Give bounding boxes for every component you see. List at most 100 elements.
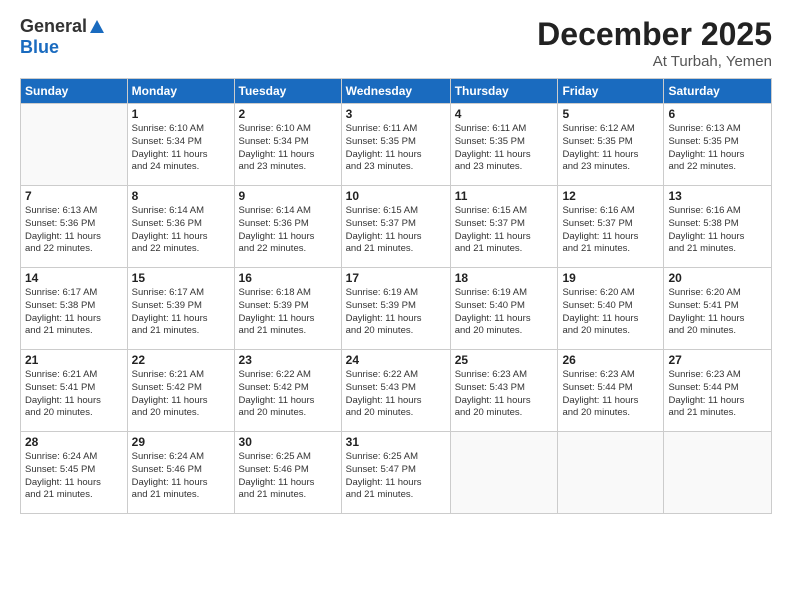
calendar-table: SundayMondayTuesdayWednesdayThursdayFrid… bbox=[20, 78, 772, 514]
day-info: Sunrise: 6:20 AM Sunset: 5:41 PM Dayligh… bbox=[668, 287, 767, 338]
day-number: 1 bbox=[132, 107, 230, 121]
day-info: Sunrise: 6:19 AM Sunset: 5:40 PM Dayligh… bbox=[455, 287, 554, 338]
calendar-cell: 30Sunrise: 6:25 AM Sunset: 5:46 PM Dayli… bbox=[234, 432, 341, 514]
day-number: 12 bbox=[562, 189, 659, 203]
day-number: 21 bbox=[25, 353, 123, 367]
calendar-cell: 25 Sunrise: 6:23 AM Sunset: 5:43 PM Dayli… bbox=[450, 350, 558, 432]
calendar-cell: 15 Sunrise: 6:17 AM Sunset: 5:39 PM Dayli… bbox=[127, 268, 234, 350]
logo-triangle-icon bbox=[90, 20, 104, 33]
day-info: Sunrise: 6:10 AM Sunset: 5:34 PM Dayligh… bbox=[132, 123, 230, 174]
day-info: Sunrise: 6:19 AM Sunset: 5:39 PM Dayligh… bbox=[346, 287, 446, 338]
calendar-cell: 10 Sunrise: 6:15 AM Sunset: 5:37 PM Dayli… bbox=[341, 186, 450, 268]
day-number: 15 bbox=[132, 271, 230, 285]
calendar-cell: 28 Sunrise: 6:24 AM Sunset: 5:45 PM Dayli… bbox=[21, 432, 128, 514]
day-info: Sunrise: 6:22 AM Sunset: 5:43 PM Dayligh… bbox=[346, 369, 446, 420]
day-number: 5 bbox=[562, 107, 659, 121]
day-number: 3 bbox=[346, 107, 446, 121]
calendar-cell: 4 Sunrise: 6:11 AM Sunset: 5:35 PM Daylig… bbox=[450, 104, 558, 186]
day-number: 8 bbox=[132, 189, 230, 203]
day-info: Sunrise: 6:22 AM Sunset: 5:42 PM Dayligh… bbox=[239, 369, 337, 420]
day-number: 30 bbox=[239, 435, 337, 449]
calendar-week-1: 1 Sunrise: 6:10 AM Sunset: 5:34 PM Daylig… bbox=[21, 104, 772, 186]
calendar-cell bbox=[450, 432, 558, 514]
day-number: 2 bbox=[239, 107, 337, 121]
calendar-cell: 23 Sunrise: 6:22 AM Sunset: 5:42 PM Dayli… bbox=[234, 350, 341, 432]
day-info: Sunrise: 6:13 AM Sunset: 5:36 PM Dayligh… bbox=[25, 205, 123, 256]
calendar-week-3: 14Sunrise: 6:17 AM Sunset: 5:38 PM Dayli… bbox=[21, 268, 772, 350]
calendar-cell: 13 Sunrise: 6:16 AM Sunset: 5:38 PM Dayli… bbox=[664, 186, 772, 268]
day-number: 25 bbox=[455, 353, 554, 367]
day-number: 22 bbox=[132, 353, 230, 367]
day-number: 11 bbox=[455, 189, 554, 203]
calendar-cell: 9 Sunrise: 6:14 AM Sunset: 5:36 PM Daylig… bbox=[234, 186, 341, 268]
day-number: 27 bbox=[668, 353, 767, 367]
calendar-cell: 20Sunrise: 6:20 AM Sunset: 5:41 PM Dayli… bbox=[664, 268, 772, 350]
column-header-tuesday: Tuesday bbox=[234, 79, 341, 104]
day-info: Sunrise: 6:15 AM Sunset: 5:37 PM Dayligh… bbox=[455, 205, 554, 256]
calendar-cell bbox=[664, 432, 772, 514]
day-info: Sunrise: 6:25 AM Sunset: 5:47 PM Dayligh… bbox=[346, 451, 446, 502]
day-info: Sunrise: 6:18 AM Sunset: 5:39 PM Dayligh… bbox=[239, 287, 337, 338]
day-number: 19 bbox=[562, 271, 659, 285]
day-info: Sunrise: 6:23 AM Sunset: 5:43 PM Dayligh… bbox=[455, 369, 554, 420]
day-number: 10 bbox=[346, 189, 446, 203]
day-number: 18 bbox=[455, 271, 554, 285]
calendar-cell: 1 Sunrise: 6:10 AM Sunset: 5:34 PM Daylig… bbox=[127, 104, 234, 186]
calendar-cell: 24Sunrise: 6:22 AM Sunset: 5:43 PM Dayli… bbox=[341, 350, 450, 432]
header: General Blue December 2025 At Turbah, Ye… bbox=[20, 16, 772, 70]
day-info: Sunrise: 6:23 AM Sunset: 5:44 PM Dayligh… bbox=[668, 369, 767, 420]
day-info: Sunrise: 6:11 AM Sunset: 5:35 PM Dayligh… bbox=[455, 123, 554, 174]
calendar-cell: 14Sunrise: 6:17 AM Sunset: 5:38 PM Dayli… bbox=[21, 268, 128, 350]
calendar-header-row: SundayMondayTuesdayWednesdayThursdayFrid… bbox=[21, 79, 772, 104]
column-header-friday: Friday bbox=[558, 79, 664, 104]
day-info: Sunrise: 6:21 AM Sunset: 5:41 PM Dayligh… bbox=[25, 369, 123, 420]
calendar-cell: 7 Sunrise: 6:13 AM Sunset: 5:36 PM Daylig… bbox=[21, 186, 128, 268]
calendar-cell bbox=[21, 104, 128, 186]
column-header-thursday: Thursday bbox=[450, 79, 558, 104]
day-number: 14 bbox=[25, 271, 123, 285]
calendar-cell: 16 Sunrise: 6:18 AM Sunset: 5:39 PM Dayli… bbox=[234, 268, 341, 350]
day-info: Sunrise: 6:23 AM Sunset: 5:44 PM Dayligh… bbox=[562, 369, 659, 420]
calendar-cell: 31Sunrise: 6:25 AM Sunset: 5:47 PM Dayli… bbox=[341, 432, 450, 514]
day-info: Sunrise: 6:12 AM Sunset: 5:35 PM Dayligh… bbox=[562, 123, 659, 174]
page: General Blue December 2025 At Turbah, Ye… bbox=[0, 0, 792, 612]
day-number: 29 bbox=[132, 435, 230, 449]
day-info: Sunrise: 6:17 AM Sunset: 5:39 PM Dayligh… bbox=[132, 287, 230, 338]
day-info: Sunrise: 6:16 AM Sunset: 5:38 PM Dayligh… bbox=[668, 205, 767, 256]
day-info: Sunrise: 6:16 AM Sunset: 5:37 PM Dayligh… bbox=[562, 205, 659, 256]
column-header-monday: Monday bbox=[127, 79, 234, 104]
calendar-cell: 18 Sunrise: 6:19 AM Sunset: 5:40 PM Dayli… bbox=[450, 268, 558, 350]
calendar-cell: 5 Sunrise: 6:12 AM Sunset: 5:35 PM Daylig… bbox=[558, 104, 664, 186]
column-header-saturday: Saturday bbox=[664, 79, 772, 104]
calendar-cell: 3Sunrise: 6:11 AM Sunset: 5:35 PM Daylig… bbox=[341, 104, 450, 186]
column-header-wednesday: Wednesday bbox=[341, 79, 450, 104]
calendar-cell: 27 Sunrise: 6:23 AM Sunset: 5:44 PM Dayli… bbox=[664, 350, 772, 432]
calendar-cell: 8Sunrise: 6:14 AM Sunset: 5:36 PM Daylig… bbox=[127, 186, 234, 268]
day-info: Sunrise: 6:24 AM Sunset: 5:46 PM Dayligh… bbox=[132, 451, 230, 502]
day-info: Sunrise: 6:14 AM Sunset: 5:36 PM Dayligh… bbox=[239, 205, 337, 256]
day-number: 13 bbox=[668, 189, 767, 203]
day-info: Sunrise: 6:21 AM Sunset: 5:42 PM Dayligh… bbox=[132, 369, 230, 420]
day-info: Sunrise: 6:13 AM Sunset: 5:35 PM Dayligh… bbox=[668, 123, 767, 174]
day-number: 4 bbox=[455, 107, 554, 121]
day-info: Sunrise: 6:24 AM Sunset: 5:45 PM Dayligh… bbox=[25, 451, 123, 502]
day-number: 9 bbox=[239, 189, 337, 203]
logo-general: General bbox=[20, 16, 87, 37]
day-number: 28 bbox=[25, 435, 123, 449]
calendar-cell: 17 Sunrise: 6:19 AM Sunset: 5:39 PM Dayli… bbox=[341, 268, 450, 350]
calendar-cell: 26Sunrise: 6:23 AM Sunset: 5:44 PM Dayli… bbox=[558, 350, 664, 432]
day-number: 17 bbox=[346, 271, 446, 285]
calendar-week-2: 7 Sunrise: 6:13 AM Sunset: 5:36 PM Daylig… bbox=[21, 186, 772, 268]
title-block: December 2025 At Turbah, Yemen bbox=[537, 16, 772, 70]
column-header-sunday: Sunday bbox=[21, 79, 128, 104]
day-number: 16 bbox=[239, 271, 337, 285]
day-number: 7 bbox=[25, 189, 123, 203]
calendar-cell: 22 Sunrise: 6:21 AM Sunset: 5:42 PM Dayli… bbox=[127, 350, 234, 432]
calendar-week-5: 28 Sunrise: 6:24 AM Sunset: 5:45 PM Dayli… bbox=[21, 432, 772, 514]
calendar-cell bbox=[558, 432, 664, 514]
month-title: December 2025 bbox=[537, 16, 772, 53]
calendar-cell: 19Sunrise: 6:20 AM Sunset: 5:40 PM Dayli… bbox=[558, 268, 664, 350]
day-info: Sunrise: 6:15 AM Sunset: 5:37 PM Dayligh… bbox=[346, 205, 446, 256]
day-number: 23 bbox=[239, 353, 337, 367]
calendar-cell: 29 Sunrise: 6:24 AM Sunset: 5:46 PM Dayli… bbox=[127, 432, 234, 514]
